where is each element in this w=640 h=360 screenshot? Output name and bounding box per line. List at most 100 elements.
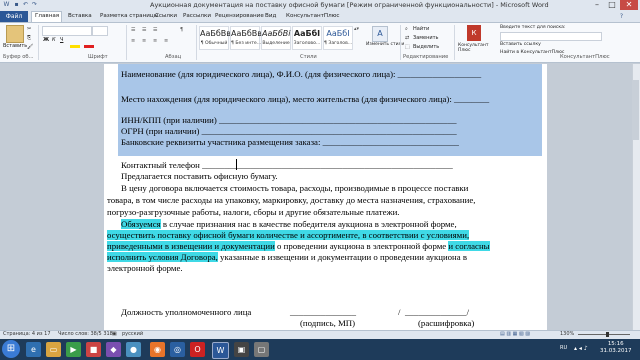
ribbon-separator xyxy=(400,25,401,60)
font-size-box[interactable] xyxy=(92,26,108,36)
style-preview: АаБбВвГ xyxy=(231,29,267,38)
style-name: ¶ Заголов... xyxy=(324,41,353,46)
editing-group-label: Редактирование xyxy=(403,54,449,60)
start-button-icon[interactable]: ⊞ xyxy=(2,340,20,358)
app-icon[interactable]: ◎ xyxy=(170,342,185,357)
minimize-button[interactable]: – xyxy=(590,0,604,10)
tab-page-layout[interactable]: Разметка страницы xyxy=(100,11,158,22)
style-emphasis[interactable]: АаБбВі Выделение xyxy=(261,26,291,50)
underline-button[interactable]: Ч xyxy=(60,37,63,43)
find-icon[interactable]: ⌕ xyxy=(405,26,408,32)
spelling-icon[interactable]: ▣ xyxy=(112,331,117,337)
zoom-level[interactable]: 130% xyxy=(560,331,574,337)
signature-line: _______________ xyxy=(290,307,356,317)
style-heading1[interactable]: АаБбІ Заголово... xyxy=(292,26,322,50)
signature-decode-line: ______________/ xyxy=(405,307,470,317)
highlight-color-icon[interactable] xyxy=(70,45,80,48)
save-icon[interactable]: ▪ xyxy=(13,1,20,8)
show-marks-icon[interactable]: ¶ xyxy=(180,27,183,33)
word-taskbar-icon[interactable]: W xyxy=(212,342,229,359)
select-button[interactable]: Выделить xyxy=(413,44,439,50)
plain-text: указанные в извещении и документации о п… xyxy=(217,252,468,262)
insert-link-button[interactable]: Вставить ссылку xyxy=(500,42,541,47)
language-status[interactable]: русский xyxy=(122,331,143,337)
consultant-search-input[interactable] xyxy=(500,32,602,41)
style-heading2[interactable]: АаБбІ ¶ Заголов... xyxy=(323,26,353,50)
word-count[interactable]: Число слов: 38/5 318 xyxy=(58,331,113,337)
app-icon[interactable]: ■ xyxy=(86,342,101,357)
font-color-icon[interactable] xyxy=(84,45,94,48)
decode-caption: (расшифровка) xyxy=(418,318,475,328)
input-language[interactable]: RU xyxy=(560,345,567,351)
ribbon-separator xyxy=(126,25,127,60)
consultant-button[interactable]: Консультант Плюс xyxy=(458,43,490,53)
replace-icon[interactable]: ⇄ xyxy=(405,35,409,41)
clock[interactable]: 15:16 31.03.2017 xyxy=(600,341,632,355)
align-center-icon[interactable]: ≡ xyxy=(142,38,146,44)
select-icon[interactable]: ⬚ xyxy=(405,44,410,50)
tab-insert[interactable]: Вставка xyxy=(68,11,92,22)
change-styles-button[interactable]: Изменить стили xyxy=(366,42,404,47)
tab-mailings[interactable]: Рассылки xyxy=(183,11,211,22)
justify-icon[interactable]: ≡ xyxy=(164,38,168,44)
firefox-icon[interactable]: ◉ xyxy=(150,342,165,357)
app-icon[interactable]: ● xyxy=(126,342,141,357)
paste-icon[interactable] xyxy=(6,25,24,43)
bullets-icon[interactable]: ☰ xyxy=(131,27,135,33)
format-painter-icon[interactable]: 🖌 xyxy=(27,44,33,50)
numbering-icon[interactable]: ☰ xyxy=(142,27,146,33)
app-icon[interactable]: ▢ xyxy=(254,342,269,357)
italic-button[interactable]: К xyxy=(52,37,56,43)
ribbon-separator xyxy=(454,25,455,60)
media-player-icon[interactable]: ▶ xyxy=(66,342,81,357)
consultant-logo-icon[interactable]: К xyxy=(467,25,481,41)
doc-line: погрузо-разгрузочные работы, налоги, сбо… xyxy=(107,207,400,217)
view-mode-icons[interactable]: ▤ ▥ ▦ ▧ ▨ xyxy=(500,331,530,337)
paste-button[interactable]: Вставить xyxy=(3,43,27,49)
doc-line: Наименование (для юридического лица), Ф.… xyxy=(121,69,482,79)
word-app-icon[interactable]: W xyxy=(3,1,10,8)
undo-icon[interactable]: ↶ xyxy=(22,1,29,8)
tab-review[interactable]: Рецензирование xyxy=(215,11,264,22)
find-button[interactable]: Найти xyxy=(413,26,429,32)
tab-view[interactable]: Вид xyxy=(265,11,276,22)
opera-icon[interactable]: O xyxy=(190,342,205,357)
replace-button[interactable]: Заменить xyxy=(413,35,439,41)
find-in-consultant-button[interactable]: Найти в КонсультантПлюс xyxy=(500,50,564,55)
tab-references[interactable]: Ссылки xyxy=(155,11,177,22)
app-icon[interactable]: ◆ xyxy=(106,342,121,357)
highlighted-text: исполнить условия Договора, xyxy=(107,252,218,262)
style-no-spacing[interactable]: АаБбВвГ ¶ Без инте... xyxy=(230,26,267,50)
help-icon[interactable]: ? xyxy=(618,13,625,20)
explorer-icon[interactable]: ▭ xyxy=(46,342,61,357)
close-button[interactable]: ✕ xyxy=(620,0,638,10)
cut-icon[interactable]: ✂ xyxy=(27,26,31,32)
change-styles-icon[interactable]: A xyxy=(372,26,388,42)
styles-scroll-icon[interactable]: ▴▾ xyxy=(354,26,359,32)
tab-consultant[interactable]: КонсультантПлюс xyxy=(286,11,339,22)
zoom-slider[interactable] xyxy=(578,334,630,335)
style-preview: АаБбВвГ xyxy=(200,29,236,38)
align-left-icon[interactable]: ≡ xyxy=(131,38,135,44)
ie-icon[interactable]: e xyxy=(26,342,41,357)
bold-button[interactable]: Ж xyxy=(43,37,49,43)
copy-icon[interactable]: ⎘ xyxy=(27,35,31,41)
style-normal[interactable]: АаБбВвГ ¶ Обычный xyxy=(199,26,236,50)
redo-icon[interactable]: ↷ xyxy=(31,1,38,8)
clock-time: 15:16 xyxy=(607,341,624,347)
tab-home[interactable]: Главная xyxy=(35,11,59,22)
app-icon[interactable]: ▣ xyxy=(234,342,249,357)
tray-icons[interactable]: ▴ ◂ ♪ xyxy=(574,345,588,352)
zoom-slider-handle[interactable] xyxy=(606,332,609,337)
plain-text: в случае признания нас в качестве победи… xyxy=(160,219,457,229)
font-group-label: Шрифт xyxy=(88,54,108,60)
tab-file[interactable]: Файл xyxy=(0,11,28,22)
page-count[interactable]: Страница: 4 из 17 xyxy=(3,331,51,337)
doc-line: Место нахождения (для юридического лица)… xyxy=(121,94,490,104)
scrollbar-thumb[interactable] xyxy=(633,80,639,140)
doc-line: электронной форме. xyxy=(107,263,183,273)
multilevel-list-icon[interactable]: ☰ xyxy=(153,27,157,33)
align-right-icon[interactable]: ≡ xyxy=(153,38,157,44)
font-name-box[interactable] xyxy=(42,26,92,36)
maximize-button[interactable]: □ xyxy=(605,0,619,10)
